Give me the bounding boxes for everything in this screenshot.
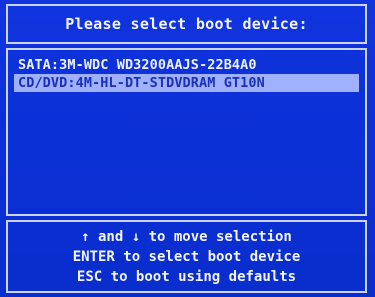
- boot-menu-screen: Please select boot device: SATA:3M-WDC W…: [0, 0, 375, 297]
- help-move-selection: ↑ and ↓ to move selection: [81, 228, 292, 245]
- help-enter-select: ENTER to select boot device: [72, 248, 301, 265]
- title-panel: Please select boot device:: [6, 4, 367, 44]
- help-esc-defaults: ESC to boot using defaults: [76, 268, 297, 285]
- boot-device-list: SATA:3M-WDC WD3200AAJS-22B4A0 CD/DVD:4M-…: [6, 48, 367, 216]
- page-title: Please select boot device:: [65, 15, 308, 33]
- help-panel: ↑ and ↓ to move selection ENTER to selec…: [6, 220, 367, 293]
- boot-device-item-cd-dvd[interactable]: CD/DVD:4M-HL-DT-STDVDRAM GT10N: [14, 74, 359, 92]
- boot-device-item-sata[interactable]: SATA:3M-WDC WD3200AAJS-22B4A0: [14, 56, 359, 74]
